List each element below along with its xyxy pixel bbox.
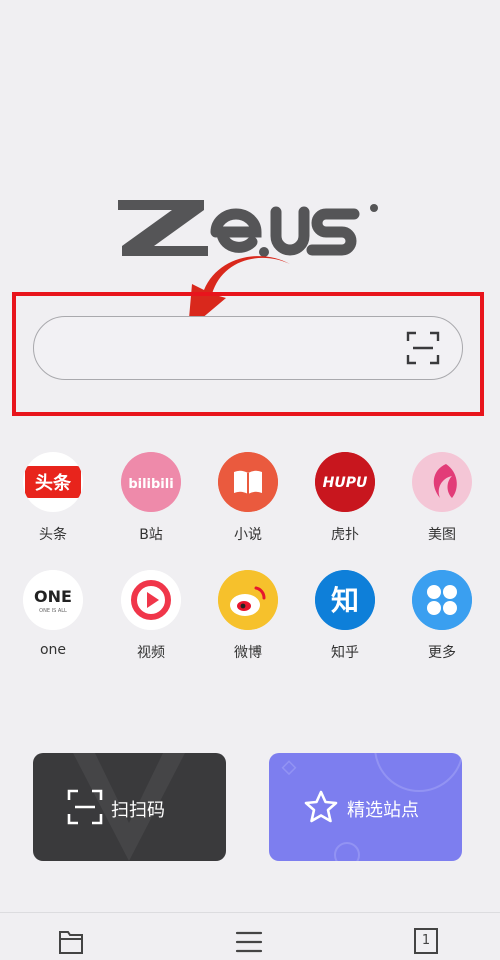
shortcut-label: 虎扑 [331, 527, 359, 543]
search-bar[interactable] [33, 316, 463, 380]
shortcut-video[interactable]: 视频 [106, 570, 196, 670]
novel-book-icon [218, 452, 278, 512]
shortcut-label: 美图 [428, 527, 456, 543]
shortcut-weibo[interactable]: 微博 [203, 570, 293, 670]
shortcut-toutiao[interactable]: 头条 头条 [8, 452, 98, 552]
shortcut-one[interactable]: ONE ONE IS ALL one [8, 570, 98, 670]
svg-text:ONE IS ALL: ONE IS ALL [39, 608, 67, 614]
sites-card-label: 精选站点 [347, 800, 419, 821]
svg-text:bilibili: bilibili [128, 477, 173, 492]
shortcut-label: one [39, 642, 67, 658]
toutiao-icon: 头条 [23, 452, 83, 512]
scan-code-card[interactable]: 扫扫码 [33, 753, 226, 861]
shortcut-bilibili[interactable]: bilibili B站 [106, 452, 196, 552]
folder-icon[interactable] [56, 927, 86, 957]
shortcut-label: 头条 [39, 527, 67, 543]
shortcut-hupu[interactable]: HUPU 虎扑 [300, 452, 390, 552]
shortcut-label: 知乎 [331, 645, 359, 661]
video-play-icon [121, 570, 181, 630]
search-input[interactable] [62, 327, 396, 369]
scan-icon [67, 789, 103, 825]
shortcut-zhihu[interactable]: 知 知乎 [300, 570, 390, 670]
star-icon [303, 789, 339, 825]
more-grid-icon [412, 570, 472, 630]
svg-text:ONE: ONE [34, 587, 72, 606]
meitu-icon [412, 452, 472, 512]
shortcut-more[interactable]: 更多 [397, 570, 487, 670]
svg-text:知: 知 [331, 584, 359, 617]
svg-text:HUPU: HUPU [323, 475, 368, 491]
hupu-icon: HUPU [315, 452, 375, 512]
scan-card-label: 扫扫码 [111, 800, 165, 821]
zhihu-icon: 知 [315, 570, 375, 630]
svg-text:头条: 头条 [35, 472, 72, 494]
shortcut-novel[interactable]: 小说 [203, 452, 293, 552]
one-icon: ONE ONE IS ALL [23, 570, 83, 630]
shortcut-label: 小说 [234, 527, 262, 543]
bottom-nav-bar: 1 [0, 912, 500, 960]
shortcut-label: 更多 [428, 645, 456, 661]
shortcut-label: B站 [139, 527, 163, 543]
scan-icon[interactable] [406, 331, 440, 365]
browser-home-screen: 头条 头条 bilibili B站 小说 HUPU 虎扑 美图 ONE ONE … [0, 0, 500, 960]
shortcut-label: 视频 [137, 645, 165, 661]
menu-icon[interactable] [234, 927, 264, 957]
featured-sites-card[interactable]: 精选站点 [269, 753, 462, 861]
shortcut-meitu[interactable]: 美图 [397, 452, 487, 552]
tab-count: 1 [421, 933, 431, 948]
shortcut-label: 微博 [234, 645, 262, 661]
weibo-icon [218, 570, 278, 630]
bilibili-icon: bilibili [121, 452, 181, 512]
tabs-button[interactable]: 1 [413, 927, 443, 957]
